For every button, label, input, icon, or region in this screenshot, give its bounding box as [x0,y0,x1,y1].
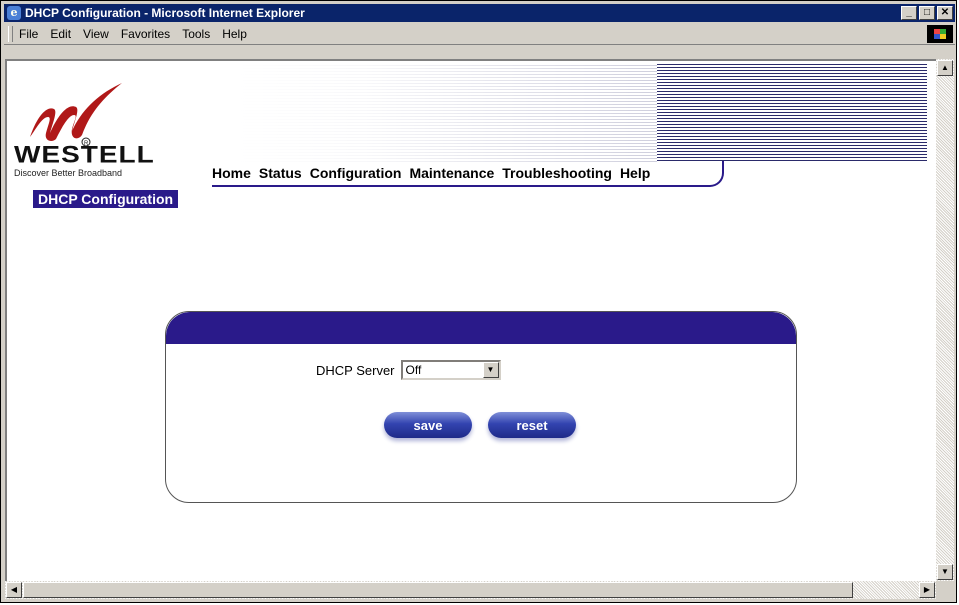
dhcp-server-select[interactable]: Off ▼ [400,360,501,380]
nav-configuration[interactable]: Configuration [310,165,402,181]
nav-maintenance[interactable]: Maintenance [409,165,494,181]
page-title: DHCP Configuration [33,190,179,208]
main-nav: Home Status Configuration Maintenance Tr… [212,161,724,187]
reset-button[interactable]: reset [488,412,576,438]
chevron-down-icon[interactable]: ▼ [482,362,499,378]
westell-logo[interactable]: R WESTELL Discover Better Broadband [12,79,212,189]
menu-favorites[interactable]: Favorites [121,27,170,41]
scroll-down-icon[interactable]: ▼ [937,564,953,580]
nav-help[interactable]: Help [620,165,650,181]
menu-edit[interactable]: Edit [50,27,71,41]
dhcp-server-row: DHCP Server Off ▼ [316,360,501,380]
nav-troubleshooting[interactable]: Troubleshooting [502,165,612,181]
menu-help[interactable]: Help [222,27,247,41]
horizontal-scroll-thumb[interactable] [23,582,853,598]
panel-header [166,312,796,344]
dhcp-server-label: DHCP Server [316,362,395,378]
menu-view[interactable]: View [83,27,109,41]
maximize-button[interactable]: □ [919,6,935,20]
scroll-right-icon[interactable]: ▶ [919,582,935,598]
scroll-left-icon[interactable]: ◀ [6,582,22,598]
vertical-scrollbar[interactable]: ▲ ▼ [936,59,954,581]
page-viewport: R WESTELL Discover Better Broadband Home… [5,59,936,581]
title-bar: e DHCP Configuration - Microsoft Interne… [4,4,955,22]
menu-file[interactable]: File [19,27,38,41]
browser-window: e DHCP Configuration - Microsoft Interne… [0,0,957,603]
logo-tagline: Discover Better Broadband [14,168,123,178]
header-stripes-dark [657,63,927,163]
horizontal-scrollbar[interactable]: ◀ ▶ [5,581,936,599]
scroll-up-icon[interactable]: ▲ [937,60,953,76]
logo-wordmark: WESTELL [14,141,155,168]
menu-tools[interactable]: Tools [182,27,210,41]
window-title: DHCP Configuration - Microsoft Internet … [25,6,305,20]
windows-logo-icon [927,25,953,43]
minimize-button[interactable]: _ [901,6,917,20]
nav-status[interactable]: Status [259,165,302,181]
internet-explorer-icon: e [7,6,21,20]
dhcp-panel: DHCP Server Off ▼ save reset [165,311,797,503]
nav-home[interactable]: Home [212,165,251,181]
dhcp-server-value: Off [405,363,422,377]
toolbar-grip[interactable] [8,26,13,42]
save-button[interactable]: save [384,412,472,438]
close-button[interactable]: ✕ [937,6,953,20]
menu-bar: File Edit View Favorites Tools Help [4,24,955,45]
westell-mark-icon: R [30,83,122,147]
